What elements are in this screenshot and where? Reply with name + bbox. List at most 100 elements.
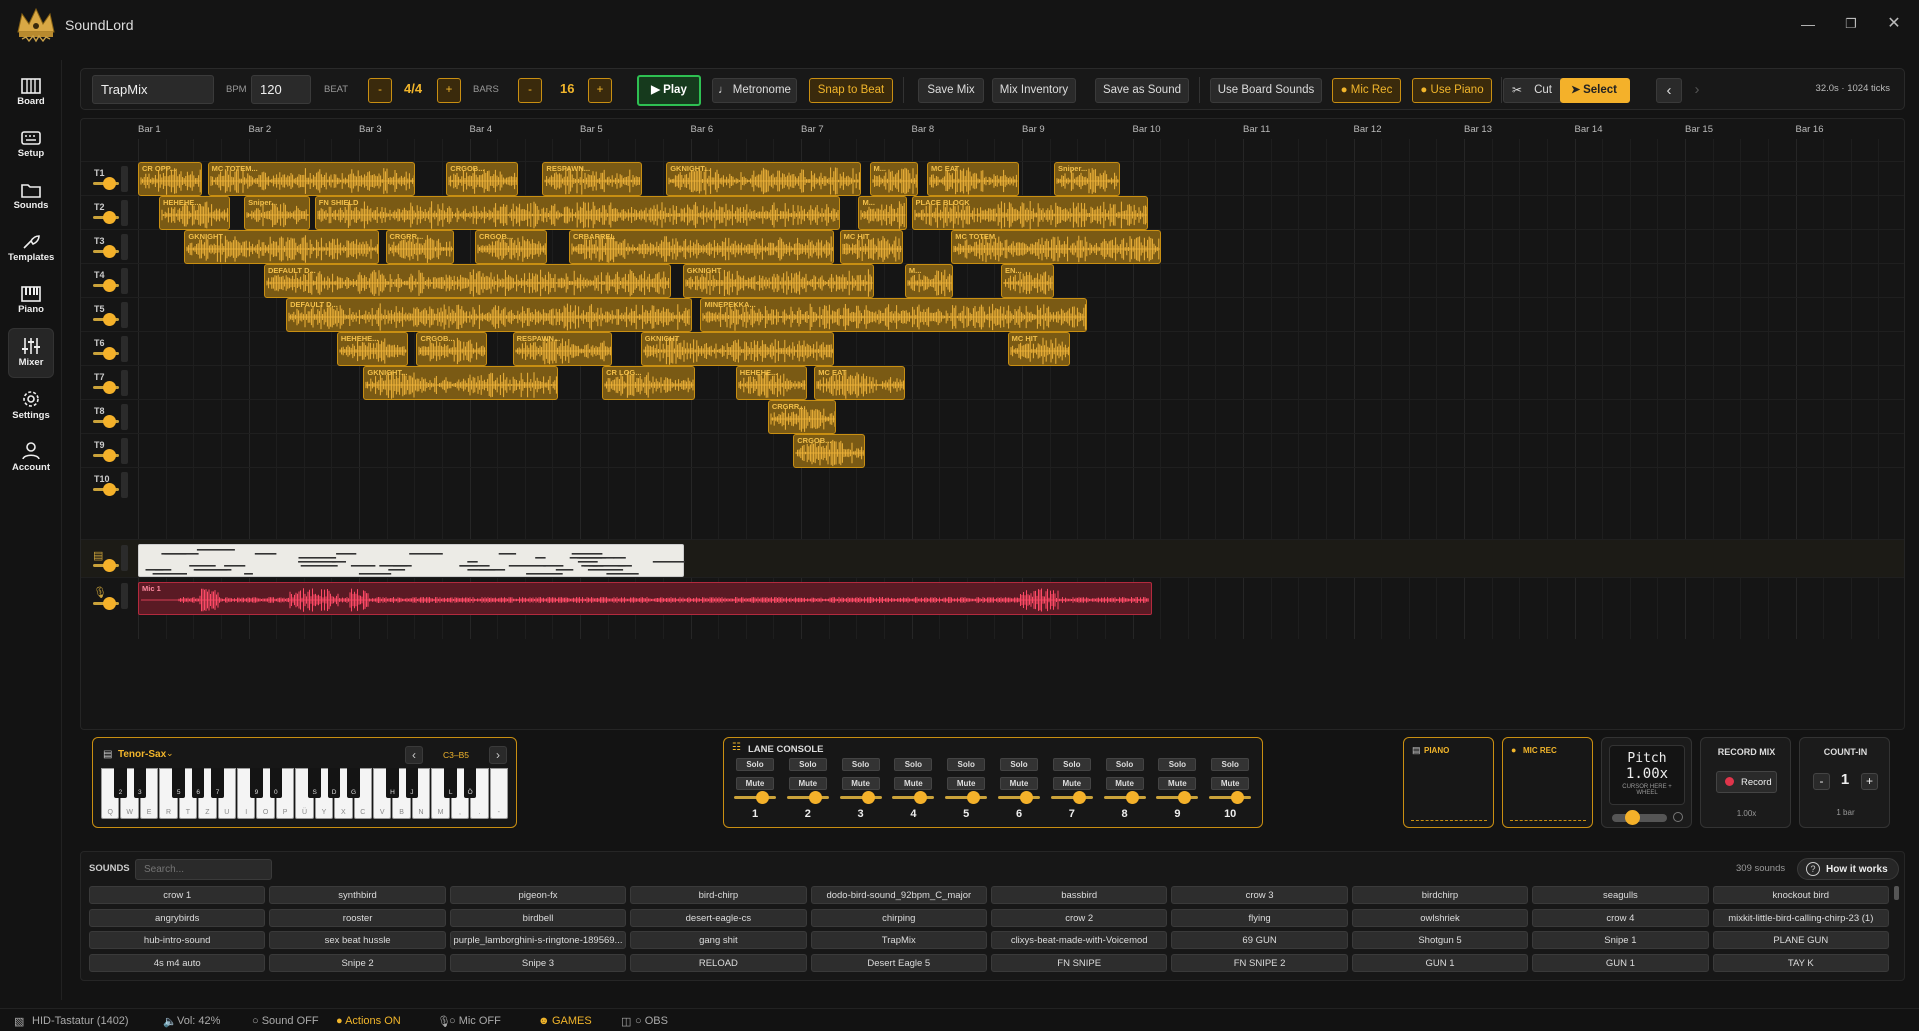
audio-clip[interactable]: CRGOB... [416,332,488,366]
sound-status[interactable]: ○ Sound OFF [252,1015,319,1027]
lane-volume-knob[interactable] [1125,791,1139,804]
solo-button[interactable]: Solo [1052,758,1091,771]
black-key[interactable]: 3 [133,768,147,798]
sidebar-item-templates[interactable]: Templates [8,226,54,272]
project-name-input[interactable]: TrapMix [92,75,214,104]
audio-clip[interactable]: MC EAT [926,162,1019,196]
audio-clip[interactable]: GKNIGHT [640,332,835,366]
piano-note[interactable] [350,565,376,567]
sound-button[interactable]: angrybirds [89,908,266,927]
piano-note[interactable] [298,557,337,559]
lane-handle[interactable] [121,200,128,226]
use-piano-toggle[interactable]: ● Use Piano [1412,78,1492,103]
audio-clip[interactable]: CRGRR... [767,400,837,434]
sound-button[interactable]: Desert Eagle 5 [810,953,987,972]
black-key[interactable]: L [444,768,457,798]
lane-handle[interactable] [121,404,128,430]
lane-volume-knob[interactable] [103,279,116,292]
lane-handle[interactable] [121,268,128,294]
lane-volume-slider[interactable] [892,796,935,799]
chevron-left-icon[interactable]: ‹ [1656,78,1682,103]
solo-button[interactable]: Solo [1158,758,1197,771]
sound-button[interactable]: 4s m4 auto [89,953,266,972]
lane-volume-knob[interactable] [967,791,981,804]
audio-clip[interactable]: CR OPP... [138,162,203,196]
audio-clip[interactable]: HEHEHE... [158,196,230,230]
octave-prev-button[interactable]: ‹ [405,746,423,764]
lane-volume-knob[interactable] [103,415,116,428]
lane-handle[interactable] [121,438,128,464]
sound-button[interactable]: TAY K [1712,953,1889,972]
lane-volume-slider[interactable] [786,796,829,799]
beat-decrement-button[interactable]: - [368,78,392,103]
sound-button[interactable]: flying [1171,908,1348,927]
mute-button[interactable]: Mute [1211,777,1250,790]
solo-button[interactable]: Solo [947,758,986,771]
sound-button[interactable]: RELOAD [630,953,807,972]
mic-lane-volume-knob[interactable] [103,597,116,610]
audio-clip[interactable]: CRGOB... [446,162,519,196]
lane-volume-knob[interactable] [1072,791,1086,804]
lane-row[interactable]: T9 [81,433,1904,467]
audio-clip[interactable]: HEHEHE... [336,332,408,366]
piano-note[interactable] [535,557,546,559]
lane-volume-slider[interactable] [839,796,882,799]
piano-note[interactable] [189,565,216,567]
sound-button[interactable]: gang shit [630,931,807,949]
solo-button[interactable]: Solo [1211,758,1250,771]
lane-volume-knob[interactable] [914,791,928,804]
piano-keyboard[interactable]: Q W E R T Z U I O P Ü Y X C V B N M,. - 2 3 5 6 7 9 0 S D G H J L Ö [101,768,509,819]
pitch-slider-knob[interactable] [1625,810,1640,825]
cut-tool-button[interactable]: ✂ Cut [1503,78,1563,103]
piano-note[interactable] [161,553,199,555]
sound-button[interactable]: TrapMix [810,931,987,949]
sound-button[interactable]: dodo-bird-sound_92bpm_C_major [810,886,987,904]
bpm-input[interactable]: 120 [251,75,311,104]
piano-note[interactable] [508,565,546,567]
lane-volume-slider[interactable] [1103,796,1146,799]
audio-clip[interactable]: Sniper... [1054,162,1121,196]
sound-button[interactable]: Shotgun 5 [1351,931,1529,949]
sound-button[interactable]: Snipe 3 [449,953,627,972]
sound-button[interactable]: chirping [810,908,987,927]
audio-clip[interactable]: MC HIT [1007,332,1070,366]
sound-button[interactable]: hub-intro-sound [89,931,266,949]
sound-button[interactable]: 69 GUN [1171,931,1348,949]
lane-row[interactable]: T7 [81,365,1904,399]
save-mix-button[interactable]: Save Mix [918,78,984,103]
piano-note[interactable] [254,553,277,555]
sounds-search-input[interactable] [135,859,272,880]
lane-volume-knob[interactable] [1020,791,1033,804]
audio-clip[interactable]: M... [869,162,919,196]
piano-note[interactable] [195,569,232,571]
audio-clip[interactable]: RESPAWN... [512,332,613,366]
piano-note[interactable] [555,569,574,571]
audio-clip[interactable]: FN SHIELD [314,196,840,230]
audio-clip[interactable]: MC TOTEM... [207,162,416,196]
piano-note[interactable] [577,561,598,563]
audio-clip[interactable]: GKNIGHT... [363,366,558,400]
piano-note[interactable] [498,553,517,555]
mic-status[interactable]: ○ Mic OFF [449,1015,501,1027]
piano-note[interactable] [358,573,392,575]
piano-note[interactable] [617,565,632,567]
lane-volume-knob[interactable] [103,211,116,224]
piano-note[interactable] [526,573,563,575]
sound-button[interactable]: rooster [269,908,446,927]
piano-clip[interactable] [138,544,690,577]
solo-button[interactable]: Solo [1105,758,1144,771]
sound-button[interactable]: sex beat hussle [269,931,446,949]
solo-button[interactable]: Solo [894,758,933,771]
mute-button[interactable]: Mute [736,777,774,790]
black-key[interactable]: 2 [114,768,127,798]
lane-volume-knob[interactable] [103,245,116,258]
audio-clip[interactable]: CRGRR... [385,230,455,264]
audio-clip[interactable]: EN... [1001,264,1055,298]
select-tool-button[interactable]: ➤ Select [1560,78,1630,103]
snap-to-beat-button[interactable]: Snap to Beat [809,78,893,103]
lane-volume-slider[interactable] [1209,796,1252,799]
audio-clip[interactable]: HEHEHE... [735,366,807,400]
sidebar-item-piano[interactable]: Piano [8,278,54,324]
piano-note[interactable] [606,573,639,575]
audio-clip[interactable]: MC EAT [814,366,905,400]
